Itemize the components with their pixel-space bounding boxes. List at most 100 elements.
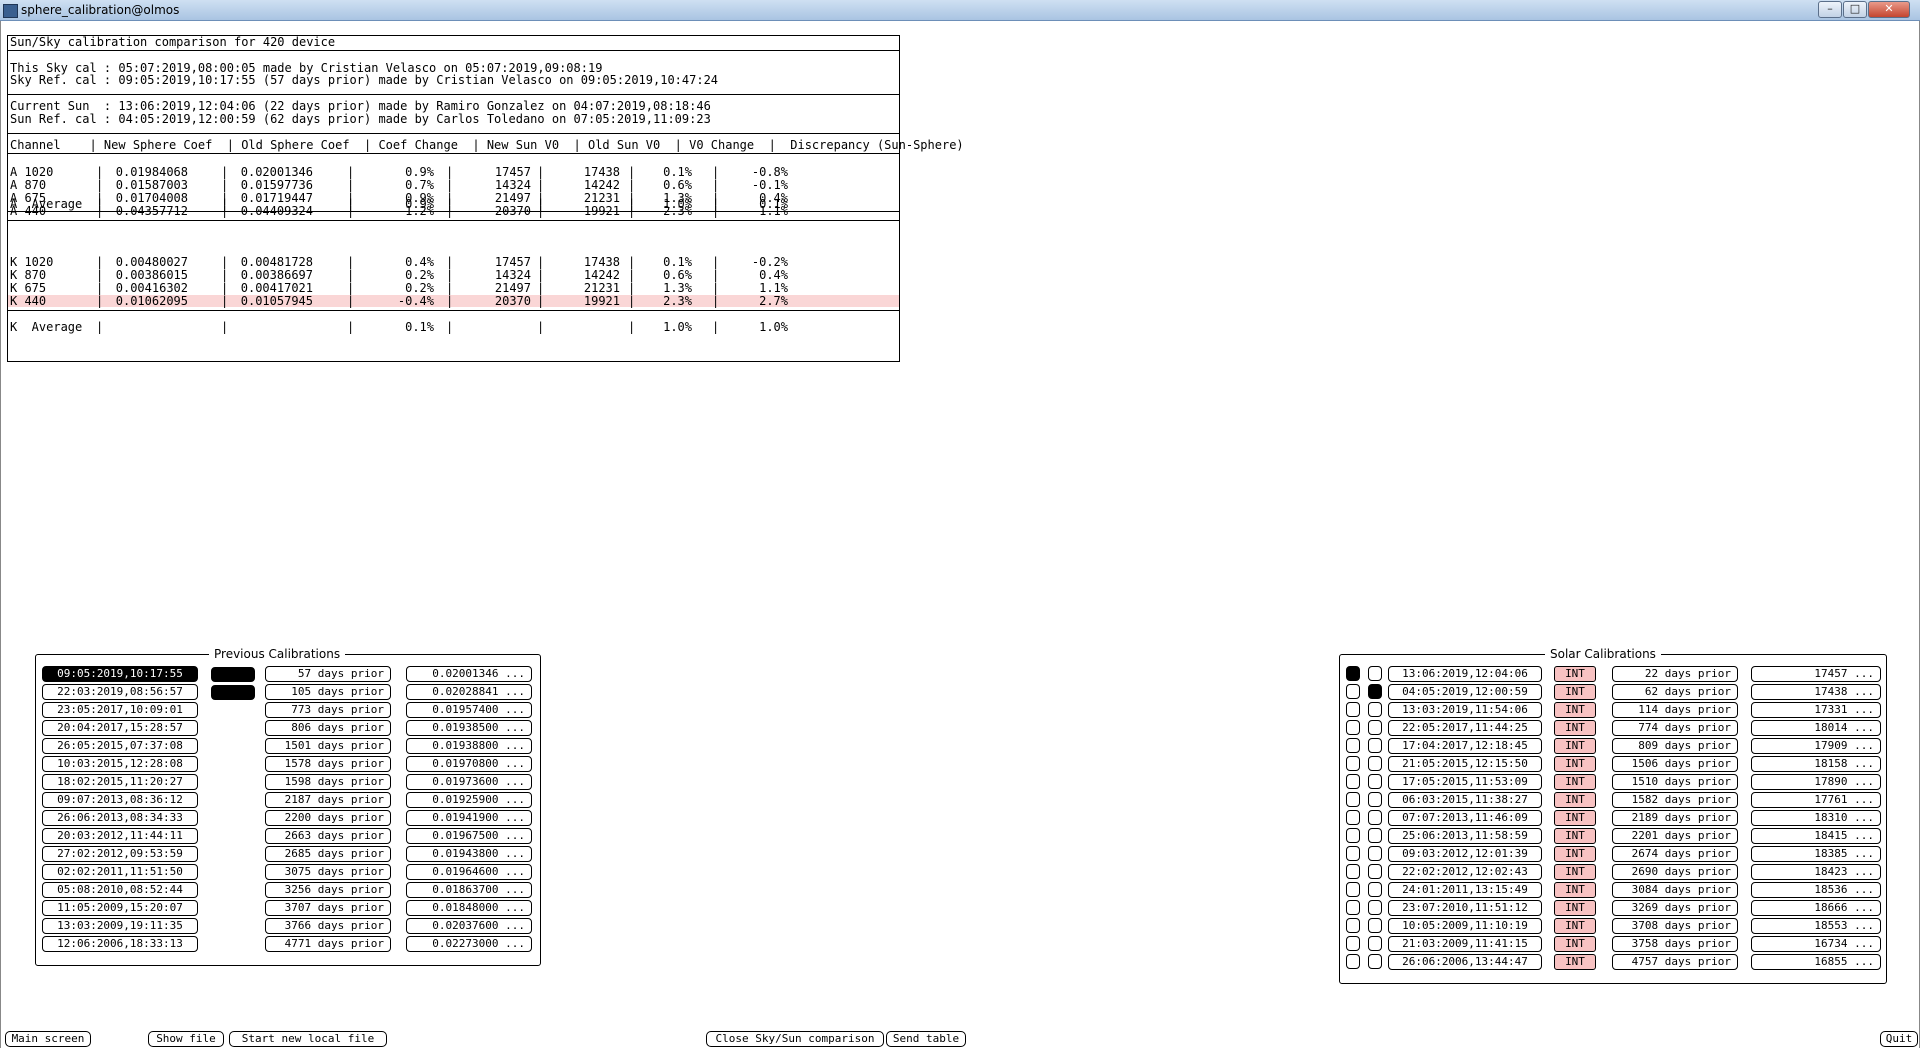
- int-badge[interactable]: INT: [1554, 918, 1596, 934]
- solar-cal-v0[interactable]: 18553 ...: [1751, 918, 1881, 934]
- int-badge[interactable]: INT: [1554, 900, 1596, 916]
- solar-cal-date[interactable]: 23:07:2010,11:51:12: [1388, 900, 1542, 916]
- previous-cal-coef[interactable]: 0.01925900 ...: [406, 792, 532, 808]
- solar-cal-prior[interactable]: 1506 days prior: [1612, 756, 1738, 772]
- previous-cal-date[interactable]: 05:08:2010,08:52:44: [42, 882, 198, 898]
- solar-cal-prior[interactable]: 3269 days prior: [1612, 900, 1738, 916]
- previous-cal-date[interactable]: 02:02:2011,11:51:50: [42, 864, 198, 880]
- previous-cal-coef[interactable]: 0.01967500 ...: [406, 828, 532, 844]
- reference-sun-radio[interactable]: [1368, 918, 1382, 933]
- solar-cal-date[interactable]: 21:05:2015,12:15:50: [1388, 756, 1542, 772]
- show-file-button[interactable]: Show file: [148, 1031, 224, 1047]
- reference-sun-radio[interactable]: [1368, 792, 1382, 807]
- previous-cal-prior[interactable]: 105 days prior: [265, 684, 391, 700]
- int-badge[interactable]: INT: [1554, 936, 1596, 952]
- int-badge[interactable]: INT: [1554, 684, 1596, 700]
- solar-cal-date[interactable]: 21:03:2009,11:41:15: [1388, 936, 1542, 952]
- previous-cal-date[interactable]: 23:05:2017,10:09:01: [42, 702, 198, 718]
- solar-cal-prior[interactable]: 774 days prior: [1612, 720, 1738, 736]
- solar-cal-v0[interactable]: 18385 ...: [1751, 846, 1881, 862]
- previous-cal-date[interactable]: 13:03:2009,19:11:35: [42, 918, 198, 934]
- maximize-button[interactable]: □: [1843, 1, 1867, 18]
- previous-cal-coef[interactable]: 0.02001346 ...: [406, 666, 532, 682]
- previous-cal-prior[interactable]: 4771 days prior: [265, 936, 391, 952]
- reference-sun-radio[interactable]: [1368, 954, 1382, 969]
- int-badge[interactable]: INT: [1554, 792, 1596, 808]
- previous-cal-date[interactable]: 11:05:2009,15:20:07: [42, 900, 198, 916]
- solar-cal-date[interactable]: 26:06:2006,13:44:47: [1388, 954, 1542, 970]
- start-new-local-file-button[interactable]: Start new local file: [229, 1031, 387, 1047]
- reference-sun-radio[interactable]: [1368, 900, 1382, 915]
- previous-cal-prior[interactable]: 1598 days prior: [265, 774, 391, 790]
- previous-cal-date[interactable]: 20:04:2017,15:28:57: [42, 720, 198, 736]
- previous-cal-prior[interactable]: 2187 days prior: [265, 792, 391, 808]
- current-sun-radio[interactable]: [1346, 774, 1360, 789]
- current-sun-radio[interactable]: [1346, 864, 1360, 879]
- current-sun-radio[interactable]: [1346, 882, 1360, 897]
- current-sun-radio[interactable]: [1346, 900, 1360, 915]
- solar-cal-v0[interactable]: 17909 ...: [1751, 738, 1881, 754]
- solar-cal-v0[interactable]: 18158 ...: [1751, 756, 1881, 772]
- int-badge[interactable]: INT: [1554, 882, 1596, 898]
- previous-cal-date[interactable]: 12:06:2006,18:33:13: [42, 936, 198, 952]
- solar-cal-prior[interactable]: 22 days prior: [1612, 666, 1738, 682]
- previous-cal-prior[interactable]: 806 days prior: [265, 720, 391, 736]
- solar-cal-v0[interactable]: 18415 ...: [1751, 828, 1881, 844]
- previous-cal-date[interactable]: 26:06:2013,08:34:33: [42, 810, 198, 826]
- previous-cal-coef[interactable]: 0.01863700 ...: [406, 882, 532, 898]
- current-sun-radio[interactable]: [1346, 702, 1360, 717]
- previous-cal-prior[interactable]: 3075 days prior: [265, 864, 391, 880]
- solar-cal-v0[interactable]: 17438 ...: [1751, 684, 1881, 700]
- previous-cal-coef[interactable]: 0.02273000 ...: [406, 936, 532, 952]
- solar-cal-date[interactable]: 06:03:2015,11:38:27: [1388, 792, 1542, 808]
- previous-cal-prior[interactable]: 2200 days prior: [265, 810, 391, 826]
- solar-cal-prior[interactable]: 3758 days prior: [1612, 936, 1738, 952]
- reference-sun-radio[interactable]: [1368, 702, 1382, 717]
- solar-cal-v0[interactable]: 17457 ...: [1751, 666, 1881, 682]
- previous-cal-date[interactable]: 20:03:2012,11:44:11: [42, 828, 198, 844]
- solar-cal-prior[interactable]: 2690 days prior: [1612, 864, 1738, 880]
- current-sun-radio[interactable]: [1346, 720, 1360, 735]
- solar-cal-v0[interactable]: 16734 ...: [1751, 936, 1881, 952]
- previous-cal-prior[interactable]: 3766 days prior: [265, 918, 391, 934]
- previous-cal-prior[interactable]: 3707 days prior: [265, 900, 391, 916]
- solar-cal-v0[interactable]: 17331 ...: [1751, 702, 1881, 718]
- previous-cal-prior[interactable]: 1501 days prior: [265, 738, 391, 754]
- main-screen-button[interactable]: Main screen: [5, 1031, 91, 1047]
- solar-cal-prior[interactable]: 4757 days prior: [1612, 954, 1738, 970]
- solar-cal-date[interactable]: 09:03:2012,12:01:39: [1388, 846, 1542, 862]
- int-badge[interactable]: INT: [1554, 666, 1596, 682]
- solar-cal-prior[interactable]: 3708 days prior: [1612, 918, 1738, 934]
- solar-cal-date[interactable]: 04:05:2019,12:00:59: [1388, 684, 1542, 700]
- previous-cal-date[interactable]: 22:03:2019,08:56:57: [42, 684, 198, 700]
- solar-cal-date[interactable]: 17:04:2017,12:18:45: [1388, 738, 1542, 754]
- current-sun-radio[interactable]: [1346, 684, 1360, 699]
- current-sun-radio[interactable]: [1346, 738, 1360, 753]
- previous-cal-coef[interactable]: 0.01938500 ...: [406, 720, 532, 736]
- previous-cal-date[interactable]: 27:02:2012,09:53:59: [42, 846, 198, 862]
- int-badge[interactable]: INT: [1554, 756, 1596, 772]
- solar-cal-prior[interactable]: 1582 days prior: [1612, 792, 1738, 808]
- send-table-button[interactable]: Send table: [886, 1031, 966, 1047]
- solar-cal-v0[interactable]: 17761 ...: [1751, 792, 1881, 808]
- solar-cal-v0[interactable]: 18310 ...: [1751, 810, 1881, 826]
- previous-cal-coef[interactable]: 0.01957400 ...: [406, 702, 532, 718]
- current-sun-radio[interactable]: [1346, 792, 1360, 807]
- solar-cal-v0[interactable]: 16855 ...: [1751, 954, 1881, 970]
- solar-cal-prior[interactable]: 1510 days prior: [1612, 774, 1738, 790]
- previous-cal-date[interactable]: 18:02:2015,11:20:27: [42, 774, 198, 790]
- reference-sun-radio[interactable]: [1368, 864, 1382, 879]
- solar-cal-v0[interactable]: 18014 ...: [1751, 720, 1881, 736]
- previous-cal-coef[interactable]: 0.01943800 ...: [406, 846, 532, 862]
- int-badge[interactable]: INT: [1554, 954, 1596, 970]
- window-titlebar[interactable]: sphere_calibration@olmos – □ ✕: [0, 0, 1920, 21]
- solar-cal-v0[interactable]: 17890 ...: [1751, 774, 1881, 790]
- reference-sun-radio[interactable]: [1368, 756, 1382, 771]
- solar-cal-prior[interactable]: 114 days prior: [1612, 702, 1738, 718]
- solar-cal-prior[interactable]: 2189 days prior: [1612, 810, 1738, 826]
- reference-sun-radio[interactable]: [1368, 738, 1382, 753]
- minimize-button[interactable]: –: [1818, 1, 1842, 18]
- previous-cal-date[interactable]: 10:03:2015,12:28:08: [42, 756, 198, 772]
- previous-cal-date[interactable]: 09:07:2013,08:36:12: [42, 792, 198, 808]
- previous-cal-coef[interactable]: 0.02028841 ...: [406, 684, 532, 700]
